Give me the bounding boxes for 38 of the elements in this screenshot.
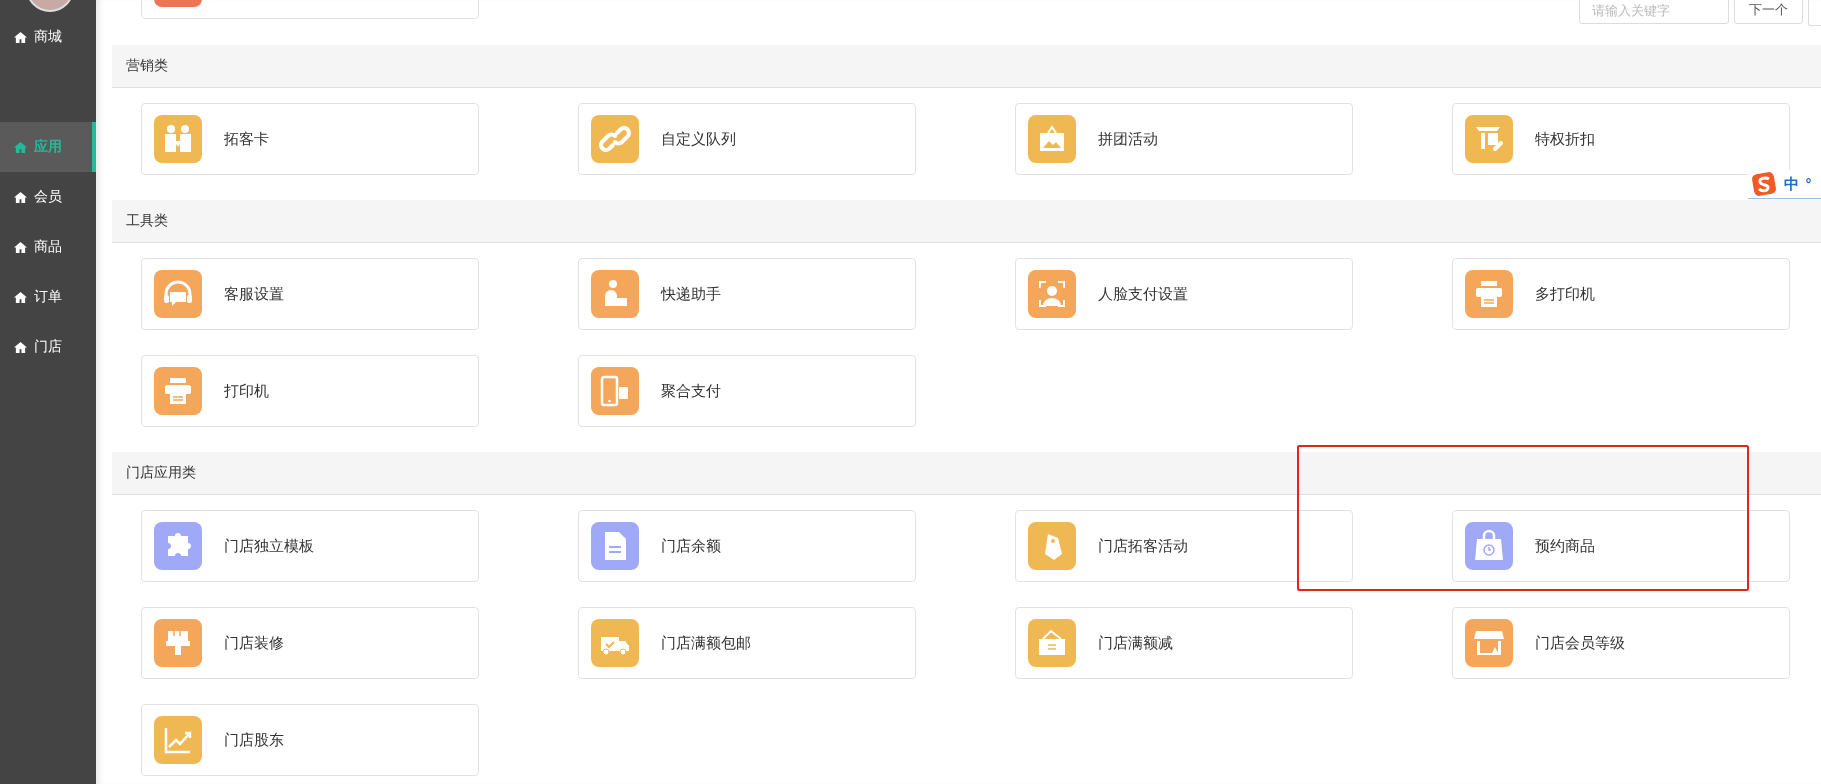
sidebar-item[interactable]: 商品 <box>0 222 96 272</box>
app-card[interactable]: 特权折扣 <box>1452 103 1790 175</box>
app-card[interactable]: 门店余额 <box>578 510 916 582</box>
app-card[interactable]: 打印机 <box>141 355 479 427</box>
sidebar-item[interactable]: 商城 <box>0 12 96 62</box>
app-card[interactable]: 拓客卡 <box>141 103 479 175</box>
home-icon <box>13 30 28 44</box>
home-icon <box>13 140 28 154</box>
app-card[interactable]: 聚合支付 <box>578 355 916 427</box>
app-card[interactable]: 自定义队列 <box>578 103 916 175</box>
next-button[interactable]: 下一个 <box>1734 0 1803 24</box>
app-card[interactable]: 预约商品 <box>1452 510 1790 582</box>
home-icon <box>13 240 28 254</box>
sidebar-item[interactable]: 门店 <box>0 322 96 372</box>
app-card[interactable]: 多打印机 <box>1452 258 1790 330</box>
app-card[interactable]: 门店股东 <box>141 704 479 776</box>
app-card[interactable]: 门店装修 <box>141 607 479 679</box>
ime-punctuation[interactable]: ° <box>1805 176 1812 192</box>
home-icon <box>13 340 28 354</box>
section-header: 门店应用类 <box>112 452 1821 495</box>
app-card[interactable]: 门店拓客活动 <box>1015 510 1353 582</box>
section-header: 营销类 <box>112 45 1821 88</box>
home-icon <box>13 290 28 304</box>
sidebar-item[interactable]: 会员 <box>0 172 96 222</box>
search-field[interactable]: 请输入关键字 <box>1579 0 1729 24</box>
ime-mode[interactable]: 中 <box>1784 174 1799 194</box>
app-card[interactable]: 客服设置 <box>141 258 479 330</box>
app-card[interactable]: 人脸支付设置 <box>1015 258 1353 330</box>
app-card[interactable]: 快递助手 <box>578 258 916 330</box>
app-card[interactable]: 门店满额包邮 <box>578 607 916 679</box>
app-card[interactable]: 门店会员等级 <box>1452 607 1790 679</box>
sidebar-item[interactable]: 订单 <box>0 272 96 322</box>
app-card[interactable]: 门店满额减 <box>1015 607 1353 679</box>
app-card[interactable]: 拼团活动 <box>1015 103 1353 175</box>
home-icon <box>13 190 28 204</box>
section-header: 工具类 <box>112 200 1821 243</box>
ime-logo-icon[interactable] <box>1750 170 1778 198</box>
app-card[interactable]: 门店独立模板 <box>141 510 479 582</box>
